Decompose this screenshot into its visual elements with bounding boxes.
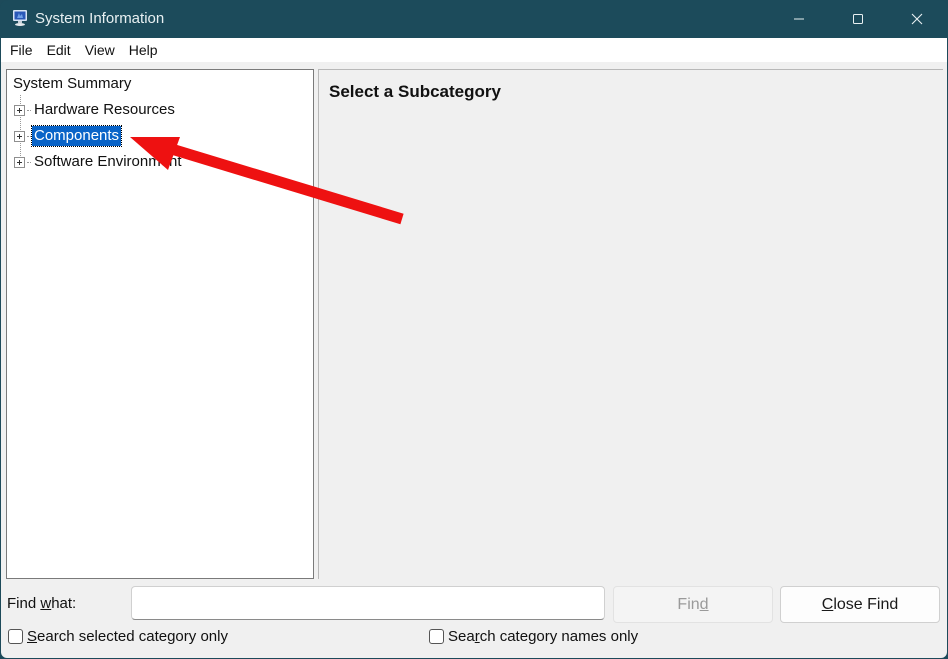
tree-item-components[interactable]: Components xyxy=(14,125,123,147)
button-text: Fin xyxy=(677,595,700,613)
tree-item-label[interactable]: Software Environment xyxy=(32,152,184,172)
label-text: hat: xyxy=(51,595,77,612)
search-category-names-option[interactable]: Search category names only xyxy=(429,628,638,645)
find-bar: Find what: Fin d Close Find Search select… xyxy=(1,579,947,658)
menu-help[interactable]: Help xyxy=(121,38,164,62)
label-text: Find xyxy=(7,595,41,612)
expand-plus-icon[interactable] xyxy=(14,130,25,142)
minimize-icon xyxy=(794,18,804,20)
category-tree[interactable]: System Summary Hardware Resources Compon… xyxy=(6,69,314,579)
menu-bar: File Edit View Help xyxy=(1,38,947,62)
label-text: ch category names only xyxy=(479,628,639,645)
system-information-window: System Information File Edit View Help S… xyxy=(0,0,948,659)
menu-file[interactable]: File xyxy=(1,38,39,62)
detail-pane: Select a Subcategory xyxy=(318,69,943,579)
expand-plus-icon[interactable] xyxy=(14,156,25,168)
window-title: System Information xyxy=(35,10,165,27)
accelerator-key: C xyxy=(821,595,834,613)
tree-connector xyxy=(27,161,31,163)
accelerator-key: w xyxy=(40,595,52,612)
search-selected-category-option[interactable]: Search selected category only xyxy=(8,628,228,645)
tree-item-system-summary[interactable]: System Summary xyxy=(13,75,131,92)
button-text: lose Find xyxy=(833,595,899,613)
client-area: File Edit View Help System Summary Hardw… xyxy=(1,38,947,658)
tree-item-hardware-resources[interactable]: Hardware Resources xyxy=(14,99,177,121)
label-text: Sea xyxy=(448,628,475,645)
search-category-names-checkbox[interactable] xyxy=(429,629,444,644)
accelerator-key: S xyxy=(27,628,38,645)
close-button[interactable] xyxy=(888,0,946,38)
title-bar[interactable]: System Information xyxy=(0,0,948,38)
maximize-button[interactable] xyxy=(829,0,887,38)
checkbox-label[interactable]: Search selected category only xyxy=(27,628,228,645)
label-text: earch selected category only xyxy=(37,628,228,645)
close-icon xyxy=(911,13,923,25)
tree-connector xyxy=(27,135,31,137)
maximize-icon xyxy=(853,14,863,24)
close-find-button[interactable]: Close Find xyxy=(780,586,940,623)
tree-connector xyxy=(27,109,31,111)
find-what-input[interactable] xyxy=(131,586,605,620)
tree-item-label-selected[interactable]: Components xyxy=(30,125,123,147)
find-what-label: Find what: xyxy=(7,595,76,612)
expand-plus-icon[interactable] xyxy=(14,104,25,116)
tree-item-label[interactable]: Hardware Resources xyxy=(32,100,177,120)
accelerator-key: d xyxy=(699,595,709,613)
tree-item-software-environment[interactable]: Software Environment xyxy=(14,151,184,173)
checkbox-label[interactable]: Search category names only xyxy=(448,628,638,645)
detail-heading: Select a Subcategory xyxy=(329,82,501,101)
menu-edit[interactable]: Edit xyxy=(39,38,77,62)
search-selected-category-checkbox[interactable] xyxy=(8,629,23,644)
system-information-icon xyxy=(13,10,27,26)
find-button[interactable]: Fin d xyxy=(613,586,773,623)
menu-view[interactable]: View xyxy=(77,38,121,62)
minimize-button[interactable] xyxy=(770,0,828,38)
